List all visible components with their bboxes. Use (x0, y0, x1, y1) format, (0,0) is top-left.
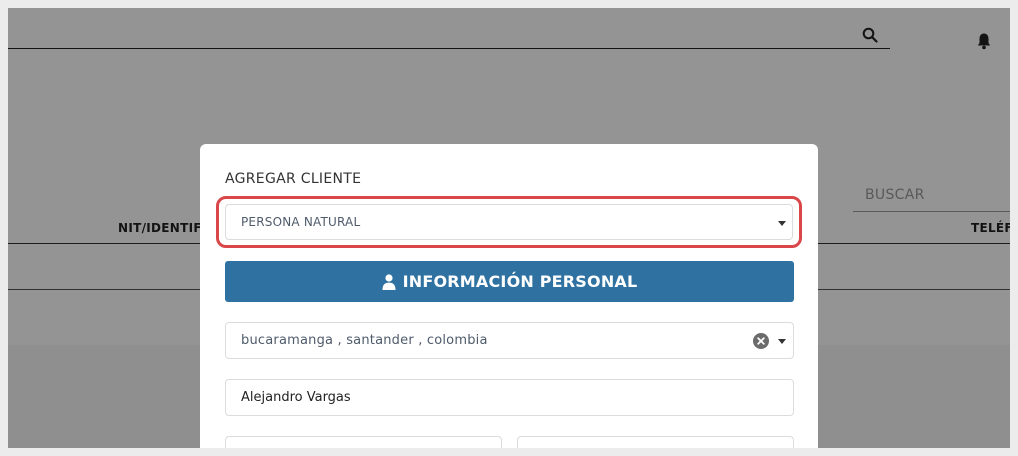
client-type-value: PERSONA NATURAL (241, 215, 361, 229)
field-right[interactable] (517, 436, 794, 448)
chevron-down-icon[interactable] (778, 339, 786, 344)
modal-title: AGREGAR CLIENTE (225, 171, 362, 187)
add-client-modal: AGREGAR CLIENTE PERSONA NATURAL INFORMAC… (200, 144, 818, 448)
city-value: bucaramanga , santander , colombia (241, 333, 488, 348)
city-select[interactable]: bucaramanga , santander , colombia (225, 322, 794, 359)
field-left[interactable] (225, 436, 502, 448)
personal-info-button[interactable]: INFORMACIÓN PERSONAL (225, 261, 794, 302)
clear-icon[interactable] (753, 333, 769, 349)
client-type-select[interactable]: PERSONA NATURAL (225, 204, 793, 240)
personal-info-label: INFORMACIÓN PERSONAL (402, 272, 638, 291)
app-screen: BUSCAR NIT/IDENTIFIC TELÉFO AGREGAR CLIE… (8, 8, 1010, 448)
chevron-down-icon[interactable] (778, 221, 786, 226)
user-icon (382, 273, 396, 290)
name-field[interactable] (225, 379, 794, 416)
